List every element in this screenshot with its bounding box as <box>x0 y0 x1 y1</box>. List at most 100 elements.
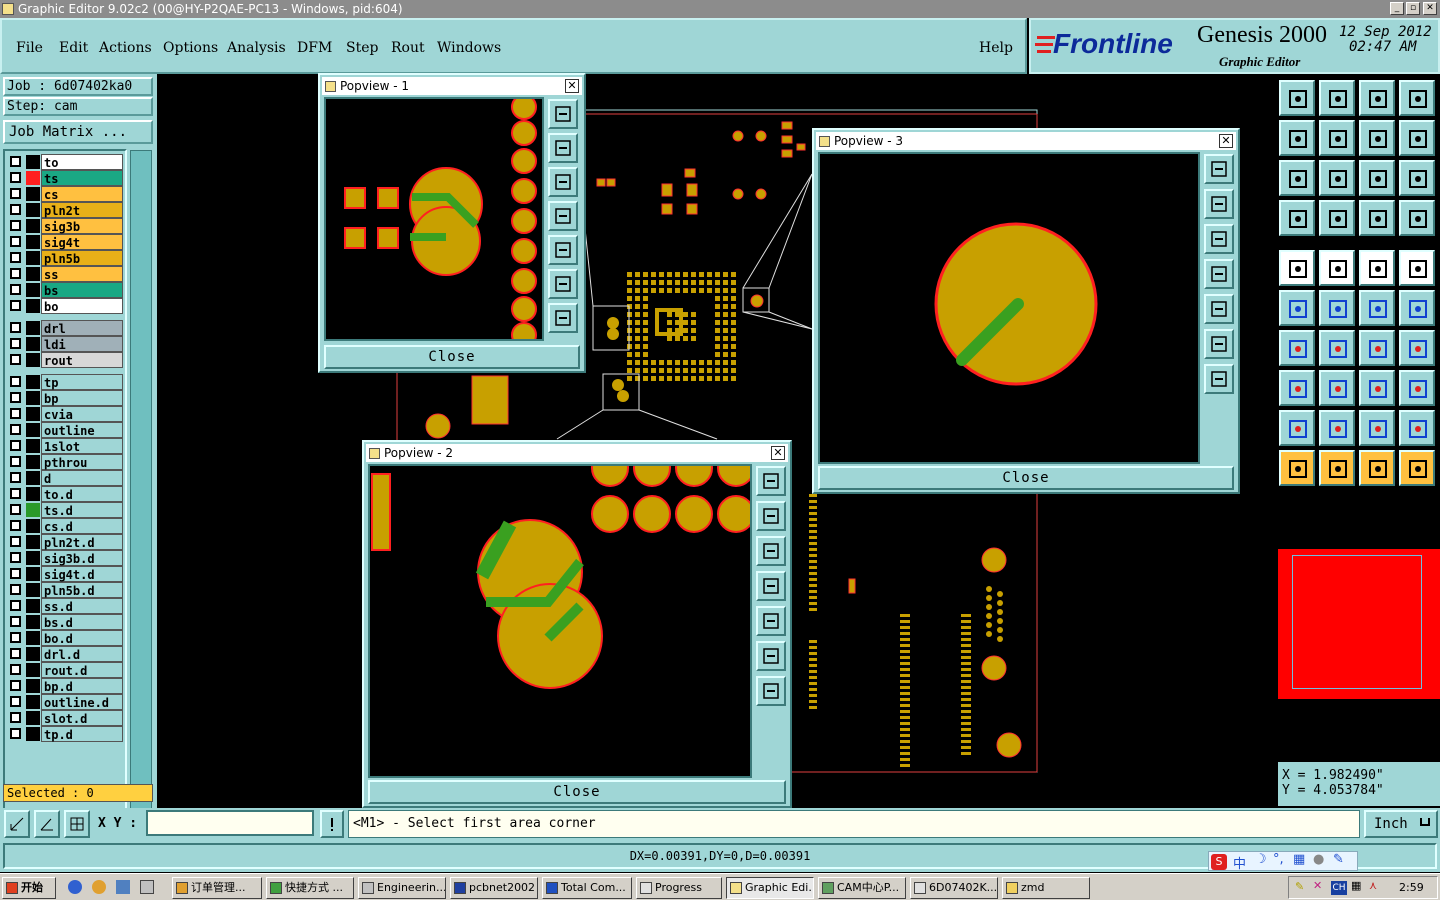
layer-name[interactable]: sig3b.d <box>41 550 123 566</box>
tool-connect-icon[interactable] <box>1279 290 1315 326</box>
tray-pen-icon[interactable]: ✎ <box>1295 880 1304 893</box>
layer-color-swatch[interactable] <box>26 695 40 709</box>
layer-row-to-d[interactable]: to.d <box>6 486 124 502</box>
layer-color-swatch[interactable] <box>26 375 40 389</box>
layer-row-to[interactable]: to <box>6 154 124 170</box>
popview-center-icon[interactable] <box>1204 364 1234 394</box>
tool-move-up-icon[interactable] <box>1279 80 1315 116</box>
overview-map[interactable] <box>1278 549 1440 699</box>
layer-row-d[interactable]: d <box>6 470 124 486</box>
tool-triangle-icon[interactable] <box>1279 410 1315 446</box>
popview-3-close-icon[interactable]: ✕ <box>1219 134 1233 148</box>
tool-angle-icon[interactable] <box>1279 330 1315 366</box>
layer-color-swatch[interactable] <box>26 321 40 335</box>
layer-row-cvia[interactable]: cvia <box>6 406 124 422</box>
ime-bar[interactable]: S 中 ☽ °, ▦ ● ✎ <box>1208 851 1358 872</box>
tool-text-icon[interactable] <box>1319 410 1355 446</box>
layer-color-swatch[interactable] <box>26 187 40 201</box>
layer-color-swatch[interactable] <box>26 679 40 693</box>
tool-pointer-box-icon[interactable] <box>1319 450 1355 486</box>
tray-x-icon[interactable]: ✕ <box>1313 879 1322 892</box>
menu-options[interactable]: Options <box>163 40 218 56</box>
popview-2-close-button[interactable]: Close <box>368 780 786 804</box>
layer-color-swatch[interactable] <box>26 599 40 613</box>
layer-row-ldi[interactable]: ldi <box>6 336 124 352</box>
layer-row-sig4t-d[interactable]: sig4t.d <box>6 566 124 582</box>
layer-color-swatch[interactable] <box>26 647 40 661</box>
layer-color-swatch[interactable] <box>26 267 40 281</box>
layer-row-outline-d[interactable]: outline.d <box>6 694 124 710</box>
menu-windows[interactable]: Windows <box>437 40 501 56</box>
tool-pointer-alt-icon[interactable] <box>1359 450 1395 486</box>
layer-color-swatch[interactable] <box>26 283 40 297</box>
layer-color-swatch[interactable] <box>26 219 40 233</box>
layer-list-scrollbar[interactable] <box>130 150 152 823</box>
tool-properties-icon[interactable] <box>1279 200 1315 236</box>
popview-2-close-icon[interactable]: ✕ <box>771 446 785 460</box>
layer-name[interactable]: cs.d <box>41 518 123 534</box>
layer-name[interactable]: cvia <box>41 406 123 422</box>
tool-zoom-fit-icon[interactable] <box>1279 160 1315 196</box>
layer-row-cs-d[interactable]: cs.d <box>6 518 124 534</box>
task-button-3[interactable]: pcbnet2002 <box>450 877 538 899</box>
layer-color-swatch[interactable] <box>26 503 40 517</box>
tool-scale-1to2-icon[interactable] <box>1359 160 1395 196</box>
task-button-5[interactable]: Progress <box>636 877 722 899</box>
layer-row-ss-d[interactable]: ss.d <box>6 598 124 614</box>
layer-checkbox[interactable] <box>10 156 21 167</box>
layer-color-swatch[interactable] <box>26 631 40 645</box>
layer-color-swatch[interactable] <box>26 251 40 265</box>
layer-row-bs[interactable]: bs <box>6 282 124 298</box>
tool-dash-icon[interactable] <box>1319 370 1355 406</box>
layer-checkbox[interactable] <box>10 712 21 723</box>
tool-mirror-icon[interactable] <box>1399 120 1435 156</box>
layer-name[interactable]: tp.d <box>41 726 123 742</box>
layer-name[interactable]: 1slot <box>41 438 123 454</box>
layer-row-sig3b[interactable]: sig3b <box>6 218 124 234</box>
xy-input[interactable] <box>146 810 314 836</box>
popview-pan-left-icon[interactable] <box>548 201 578 231</box>
menu-help[interactable]: Help <box>979 40 1013 56</box>
layer-name[interactable]: to.d <box>41 486 123 502</box>
tool-snapshot-icon[interactable] <box>1399 80 1435 116</box>
snap-button[interactable] <box>4 810 30 838</box>
tool-move-left-icon[interactable] <box>1279 120 1315 156</box>
tray-keyboard-icon[interactable]: ▦ <box>1351 879 1361 892</box>
layer-checkbox[interactable] <box>10 252 21 263</box>
layer-color-swatch[interactable] <box>26 551 40 565</box>
layer-row-ss[interactable]: ss <box>6 266 124 282</box>
layer-color-swatch[interactable] <box>26 353 40 367</box>
layer-name[interactable]: outline.d <box>41 694 123 710</box>
layer-checkbox[interactable] <box>10 188 21 199</box>
tool-measure-icon[interactable] <box>1359 250 1395 286</box>
layer-checkbox[interactable] <box>10 268 21 279</box>
layer-name[interactable]: cs <box>41 186 123 202</box>
popview-clone-icon[interactable] <box>1204 154 1234 184</box>
layer-name[interactable]: pthrou <box>41 454 123 470</box>
popview-pan-left-icon[interactable] <box>756 571 786 601</box>
tool-add-pad-icon[interactable] <box>1359 290 1395 326</box>
tool-ruler-icon[interactable] <box>1359 370 1395 406</box>
menu-rout[interactable]: Rout <box>391 40 425 56</box>
tool-select-icon[interactable] <box>1279 250 1315 286</box>
layer-checkbox[interactable] <box>10 300 21 311</box>
layer-name[interactable]: pln2t.d <box>41 534 123 550</box>
layer-row-bo[interactable]: bo <box>6 298 124 314</box>
layer-checkbox[interactable] <box>10 236 21 247</box>
tool-probe-icon[interactable] <box>1319 200 1355 236</box>
popview-3-view[interactable] <box>818 152 1200 464</box>
layer-row-pln5b[interactable]: pln5b <box>6 250 124 266</box>
maximize-button[interactable]: ▫ <box>1406 2 1420 15</box>
task-button-6[interactable]: Graphic Edi... <box>726 877 814 899</box>
tool-net-compare-icon[interactable] <box>1399 200 1435 236</box>
close-window-button[interactable]: ✕ <box>1423 2 1437 15</box>
popview-zoom-out-icon[interactable] <box>756 536 786 566</box>
layer-name[interactable]: bs <box>41 282 123 298</box>
popview-fit-icon[interactable] <box>548 269 578 299</box>
tool-route-icon[interactable] <box>1399 450 1435 486</box>
popview-fit-icon[interactable] <box>1204 329 1234 359</box>
layer-checkbox[interactable] <box>10 552 21 563</box>
layer-name[interactable]: pln5b.d <box>41 582 123 598</box>
layer-name[interactable]: sig4t <box>41 234 123 250</box>
layer-checkbox[interactable] <box>10 322 21 333</box>
